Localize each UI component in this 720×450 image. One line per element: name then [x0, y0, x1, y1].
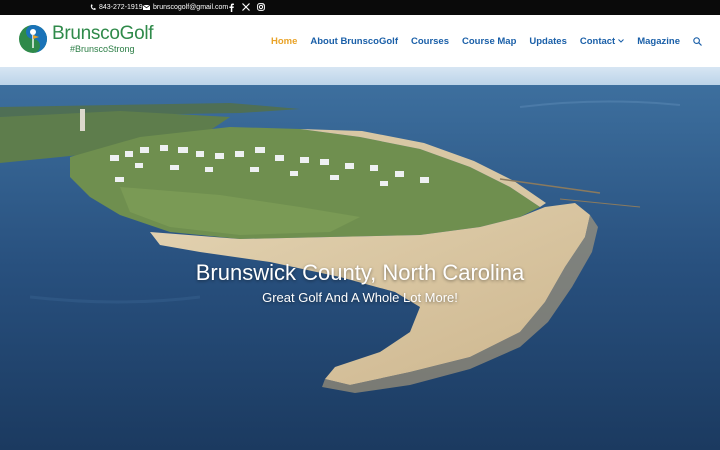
email-contact[interactable]: brunscogolf@gmail.com	[143, 4, 228, 11]
hero-aerial-image	[0, 67, 720, 450]
nav-magazine[interactable]: Magazine	[637, 36, 680, 47]
chevron-down-icon	[618, 39, 625, 43]
phone-number: 843-272-1919	[99, 4, 143, 11]
nav-about-label: About BrunscoGolf	[310, 35, 398, 47]
nav-courses-label: Courses	[410, 35, 449, 47]
phone-icon	[90, 4, 96, 10]
nav-updates-label: Updates	[529, 35, 567, 47]
top-bar: 843-272-1919 brunscogolf@gmail.com	[0, 0, 720, 15]
logo-title: BrunscoGolf	[52, 23, 154, 44]
nav-course-map-label: Course Map	[462, 35, 517, 47]
facebook-icon[interactable]	[229, 3, 234, 12]
nav-contact-label: Contact	[579, 35, 616, 47]
nav-home-label: Home	[270, 35, 298, 47]
email-icon	[143, 5, 150, 10]
instagram-icon[interactable]	[257, 3, 265, 11]
nav-home[interactable]: Home	[271, 36, 297, 47]
nav-course-map[interactable]: Course Map	[462, 36, 516, 47]
hero-banner: Brunswick County, North Carolina Great G…	[0, 67, 720, 450]
phone-contact[interactable]: 843-272-1919	[90, 4, 143, 11]
email-address: brunscogolf@gmail.com	[153, 4, 229, 11]
golf-logo-icon	[19, 25, 47, 53]
logo-tagline: #BrunscoStrong	[70, 44, 135, 54]
nav-contact[interactable]: Contact	[579, 35, 625, 47]
search-icon[interactable]	[693, 36, 702, 46]
hero-title: Brunswick County, North Carolina	[195, 260, 525, 285]
nav-updates[interactable]: Updates	[529, 36, 566, 47]
site-logo[interactable]: BrunscoGolf #BrunscoStrong	[18, 23, 154, 54]
main-nav: Home About BrunscoGolf Courses Course Ma…	[271, 15, 702, 67]
nav-courses[interactable]: Courses	[411, 36, 449, 47]
hero-subtitle: Great Golf And A Whole Lot More!	[262, 290, 458, 305]
nav-magazine-label: Magazine	[637, 35, 680, 47]
x-icon[interactable]	[242, 3, 250, 11]
nav-about[interactable]: About BrunscoGolf	[310, 36, 398, 47]
site-header: BrunscoGolf #BrunscoStrong Home About Br…	[0, 15, 720, 67]
